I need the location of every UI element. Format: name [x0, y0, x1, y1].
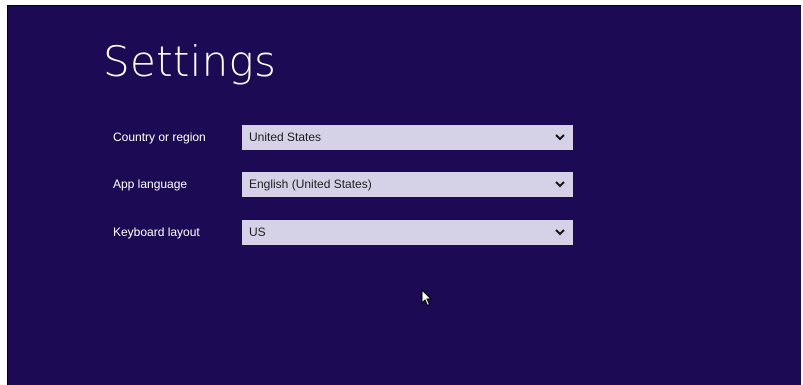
app-language-row: App language English (United States) [8, 172, 608, 198]
app-language-dropdown[interactable]: English (United States) [242, 172, 573, 197]
settings-screen: Settings Country or region United States… [7, 5, 801, 385]
chevron-down-icon [555, 181, 565, 188]
mouse-cursor-icon [421, 289, 433, 307]
keyboard-layout-dropdown[interactable]: US [242, 220, 573, 245]
keyboard-layout-value: US [249, 225, 266, 239]
chevron-down-icon [555, 134, 565, 141]
country-region-value: United States [249, 130, 322, 144]
keyboard-layout-label: Keyboard layout [113, 225, 200, 239]
country-region-row: Country or region United States [8, 125, 608, 151]
country-region-dropdown[interactable]: United States [242, 125, 573, 150]
page-title: Settings [103, 37, 277, 86]
chevron-down-icon [555, 229, 565, 236]
app-language-value: English (United States) [249, 177, 372, 191]
app-language-label: App language [113, 177, 188, 191]
keyboard-layout-row: Keyboard layout US [8, 220, 608, 246]
country-region-label: Country or region [113, 130, 206, 144]
